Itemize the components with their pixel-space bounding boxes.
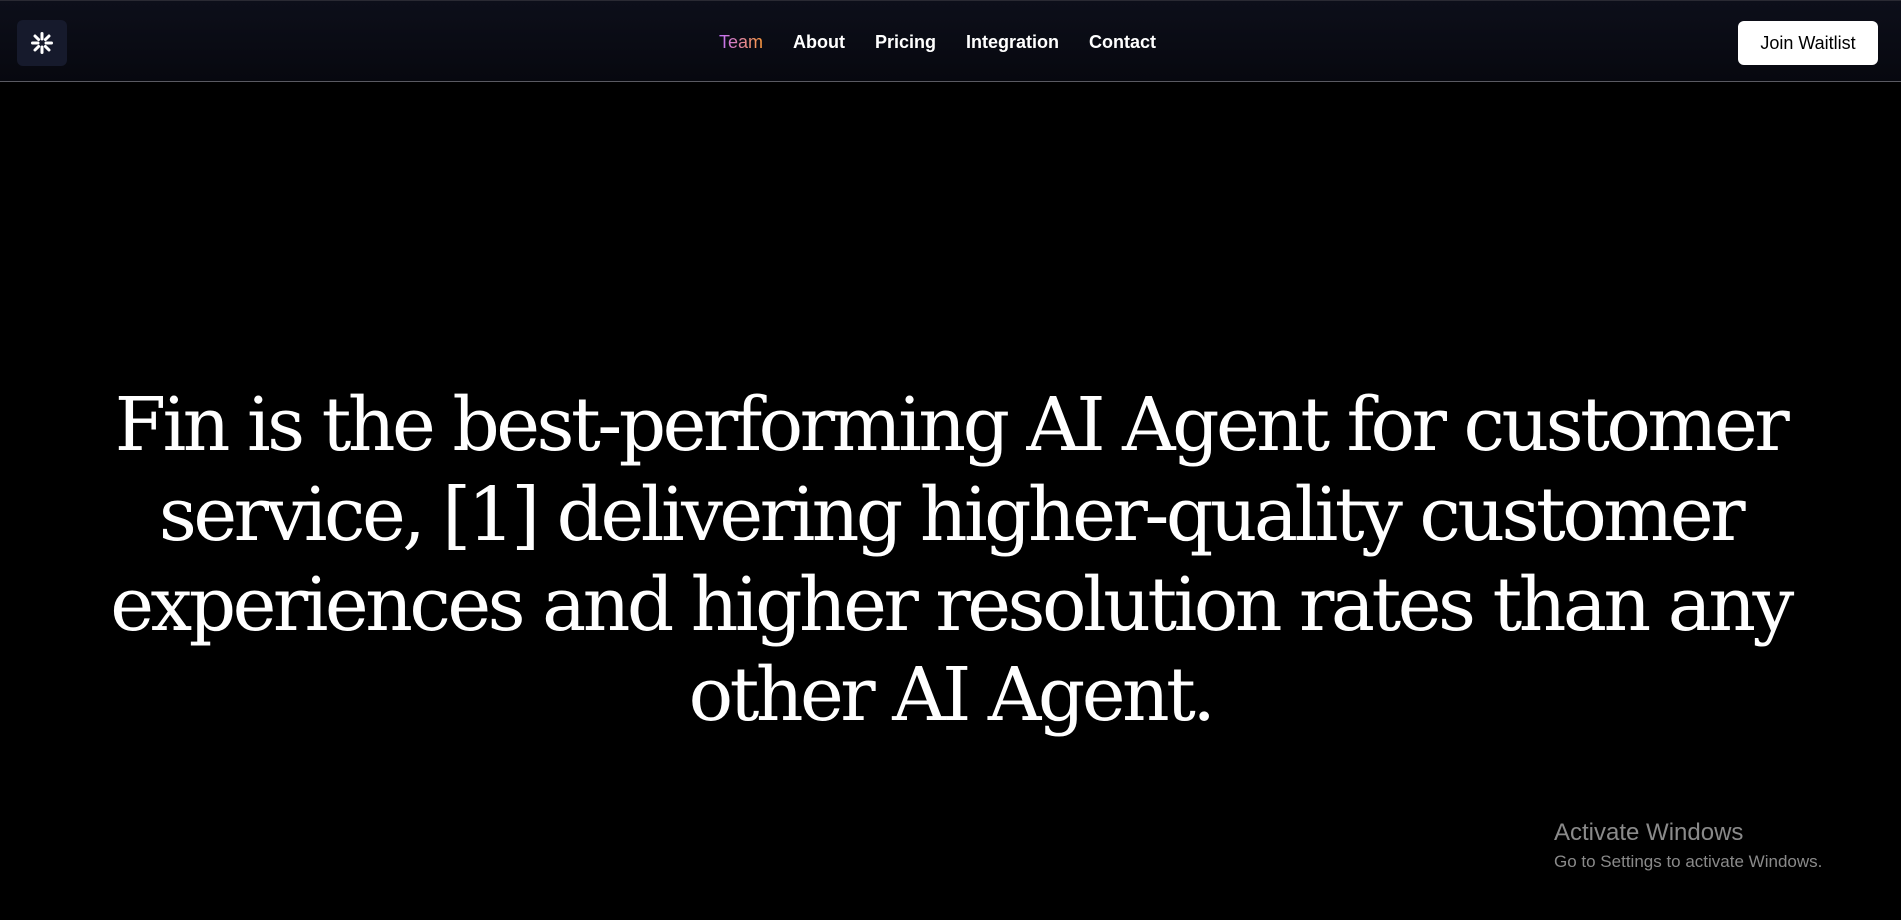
join-waitlist-button[interactable]: Join Waitlist <box>1738 21 1878 65</box>
nav-link-team[interactable]: Team <box>719 32 763 53</box>
hero-heading: Fin is the best-performing AI Agent for … <box>110 382 1794 738</box>
nav-link-about[interactable]: About <box>793 32 845 53</box>
page: Team About Pricing Integration Contact J… <box>0 0 1901 920</box>
nav-link-contact[interactable]: Contact <box>1089 32 1156 53</box>
nav-link-integration[interactable]: Integration <box>966 32 1059 53</box>
windows-activation-watermark: Activate Windows Go to Settings to activ… <box>1554 818 1822 874</box>
hero-section: Fin is the best-performing AI Agent for … <box>60 380 1841 740</box>
main-nav: Team About Pricing Integration Contact <box>0 1 1901 83</box>
activation-title: Activate Windows <box>1554 819 1744 846</box>
top-navbar: Team About Pricing Integration Contact J… <box>0 0 1901 82</box>
activation-subtitle: Go to Settings to activate Windows. <box>1554 852 1823 871</box>
nav-link-pricing[interactable]: Pricing <box>875 32 936 53</box>
